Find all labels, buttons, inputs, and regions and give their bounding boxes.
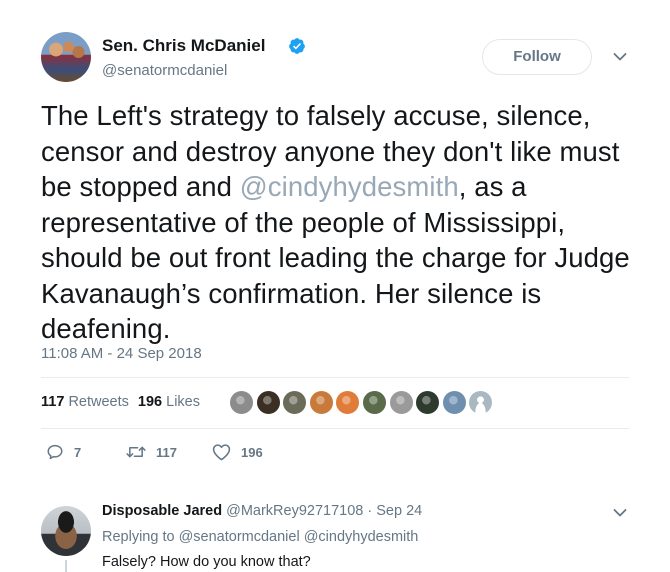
tweet-stats: 117 Retweets 196 Likes [41,394,200,410]
retweets-stat-count: 117 [41,394,65,410]
liker-avatar[interactable] [255,390,281,415]
heart-icon [212,444,231,461]
likes-stat-label: Likes [166,394,200,410]
divider-bottom [41,428,629,429]
liker-avatar[interactable] [335,390,361,415]
reply-header: Disposable Jared @MarkRey92717108 · Sep … [102,503,422,519]
like-count: 196 [241,444,263,460]
reply-count: 7 [74,444,82,460]
mention-link[interactable]: @cindyhydesmith [240,171,459,202]
follow-button[interactable]: Follow [482,39,592,75]
reply-author-handle[interactable]: @MarkRey92717108 [226,503,363,519]
liker-avatar[interactable] [308,390,334,415]
reply-date[interactable]: Sep 24 [376,503,422,519]
reply-text: Falsely? How do you know that? [102,554,311,570]
reply-button[interactable]: 7 [46,441,81,463]
likes-stat[interactable]: 196 Likes [138,394,200,410]
reply-icon [47,444,63,460]
retweets-stat-label: Retweets [68,394,129,410]
like-button[interactable]: 196 [212,441,263,463]
author-handle[interactable]: @senatormcdaniel [102,62,227,79]
retweets-stat[interactable]: 117 Retweets [41,394,129,410]
replying-to[interactable]: Replying to @senatormcdaniel @cindyhydes… [102,529,418,545]
reply-chevron-down-icon[interactable] [613,508,627,518]
liker-avatar[interactable] [362,390,387,415]
tweet-timestamp[interactable]: 11:08 AM - 24 Sep 2018 [41,345,202,362]
chevron-down-icon[interactable] [613,52,627,62]
author-name[interactable]: Sen. Chris McDaniel [102,36,265,56]
reply-author-avatar[interactable] [41,506,91,556]
reply-separator: · [367,503,373,519]
tweet-text: The Left's strategy to falsely accuse, s… [41,98,641,347]
author-avatar[interactable] [41,32,91,82]
retweet-button[interactable]: 117 [126,441,177,463]
liker-avatar[interactable] [282,390,308,415]
reply-author-name[interactable]: Disposable Jared [102,503,222,519]
verified-badge-icon [289,38,305,54]
retweet-icon [126,446,146,458]
divider-top [41,377,629,378]
likes-stat-count: 196 [137,394,163,410]
liker-avatar[interactable] [415,390,441,415]
liker-avatar[interactable] [468,390,494,415]
thread-line [65,560,67,572]
liker-avatar[interactable] [229,390,254,415]
liker-avatar[interactable] [441,390,467,415]
liker-avatar[interactable] [388,390,414,415]
retweet-count: 117 [156,444,177,460]
